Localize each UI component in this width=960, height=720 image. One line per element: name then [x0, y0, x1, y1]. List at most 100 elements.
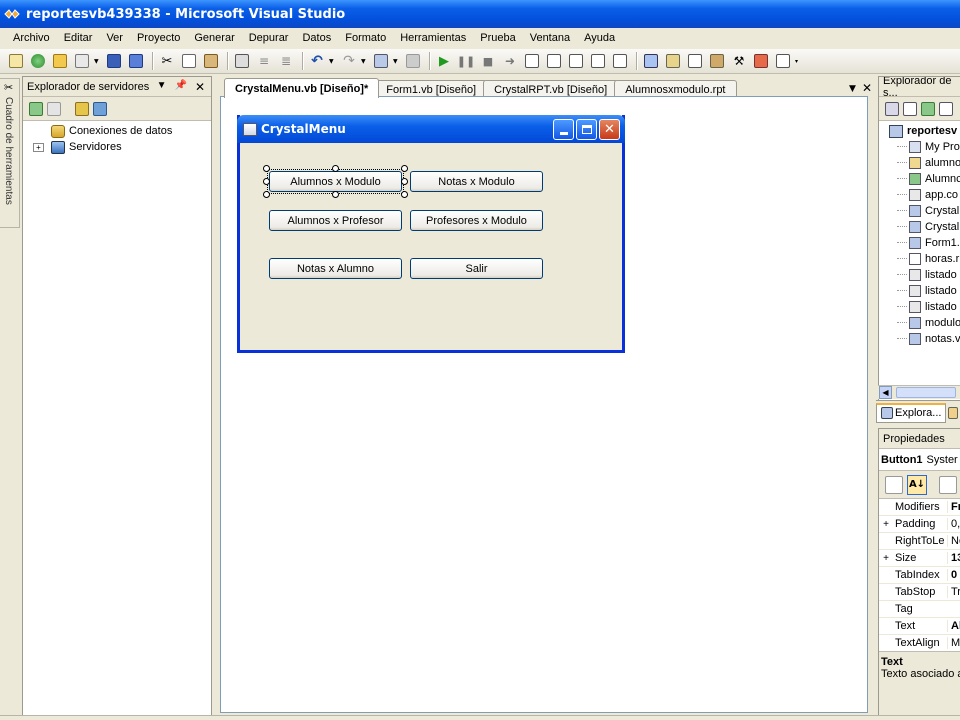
- categorized-icon[interactable]: [885, 475, 903, 494]
- open-file-icon[interactable]: [50, 51, 70, 71]
- menu-generar[interactable]: Generar: [187, 32, 241, 44]
- show-all-files-icon[interactable]: [903, 101, 917, 116]
- form-designer-surface[interactable]: CrystalMenu ✕ Alumnos x Modulo Notas x M…: [220, 96, 868, 713]
- view-code-icon[interactable]: [939, 101, 953, 116]
- step-into-icon[interactable]: [522, 51, 542, 71]
- new-project-icon[interactable]: [6, 51, 26, 71]
- toolbox-icon[interactable]: ⚒: [729, 51, 749, 71]
- property-row[interactable]: Modifiers Fri: [879, 499, 960, 516]
- resize-handle[interactable]: [401, 165, 408, 172]
- solution-item[interactable]: Crystal: [889, 219, 960, 235]
- solution-item[interactable]: listado: [889, 299, 960, 315]
- find-icon[interactable]: [232, 51, 252, 71]
- resize-handle[interactable]: [332, 165, 339, 172]
- button-salir[interactable]: Salir: [410, 258, 543, 279]
- tab-crystalmenu-design[interactable]: CrystalMenu.vb [Diseño]*: [224, 78, 380, 98]
- properties-window-icon[interactable]: [685, 51, 705, 71]
- connect-to-database-icon[interactable]: [75, 101, 89, 116]
- button-notas-x-modulo[interactable]: Notas x Modulo: [410, 171, 543, 192]
- refresh-icon[interactable]: [921, 101, 935, 116]
- cut-icon[interactable]: ✂: [157, 51, 177, 71]
- solution-item[interactable]: listado: [889, 267, 960, 283]
- toolbar-options-icon[interactable]: ▾: [795, 58, 801, 65]
- menu-ayuda[interactable]: Ayuda: [577, 32, 622, 44]
- show-next-statement-icon[interactable]: ➜: [500, 51, 520, 71]
- property-value[interactable]: No: [947, 535, 960, 547]
- property-row[interactable]: RightToLeNo: [879, 533, 960, 550]
- expand-icon[interactable]: +: [879, 519, 893, 530]
- horizontal-scrollbar[interactable]: ◀: [878, 385, 960, 399]
- property-value[interactable]: Al: [947, 620, 960, 632]
- copy-icon[interactable]: [179, 51, 199, 71]
- object-browser-icon[interactable]: [707, 51, 727, 71]
- solution-item[interactable]: Alumnc: [889, 171, 960, 187]
- connect-to-server-icon[interactable]: [93, 101, 107, 116]
- dropdown-arrow-icon[interactable]: ▼: [361, 58, 367, 65]
- alphabetical-icon[interactable]: A↓: [907, 474, 927, 495]
- resize-handle[interactable]: [401, 178, 408, 185]
- stop-debugging-icon[interactable]: ■: [478, 51, 498, 71]
- paste-icon[interactable]: [201, 51, 221, 71]
- solution-item[interactable]: alumno: [889, 155, 960, 171]
- save-icon[interactable]: [104, 51, 124, 71]
- hex-display-icon[interactable]: [588, 51, 608, 71]
- close-icon[interactable]: ✕: [195, 80, 205, 94]
- menu-ventana[interactable]: Ventana: [523, 32, 577, 44]
- resize-handle[interactable]: [401, 191, 408, 198]
- property-value[interactable]: Fri: [947, 501, 960, 513]
- resize-handle[interactable]: [332, 191, 339, 198]
- window-titlebar[interactable]: reportesvb439338 - Microsoft Visual Stud…: [0, 0, 960, 28]
- start-debugging-icon[interactable]: ▶: [434, 51, 454, 71]
- button-notas-x-alumno[interactable]: Notas x Alumno: [269, 258, 402, 279]
- stop-refresh-icon[interactable]: [47, 101, 61, 116]
- property-row[interactable]: +Size 13: [879, 550, 960, 567]
- maximize-button[interactable]: [576, 118, 597, 140]
- solution-item[interactable]: app.co: [889, 187, 960, 203]
- property-row[interactable]: TabIndex 0: [879, 567, 960, 584]
- resize-handle[interactable]: [263, 165, 270, 172]
- step-over-icon[interactable]: [544, 51, 564, 71]
- find-in-files-icon[interactable]: [641, 51, 661, 71]
- window-position-icon[interactable]: ▼: [157, 80, 167, 94]
- outdent-icon[interactable]: ≡: [254, 51, 274, 71]
- breakpoints-icon[interactable]: [610, 51, 630, 71]
- refresh-icon[interactable]: [29, 101, 43, 116]
- property-pages-icon[interactable]: [939, 475, 957, 494]
- property-value[interactable]: Mic: [947, 637, 960, 649]
- expand-icon[interactable]: +: [33, 142, 44, 152]
- toolbox-tab[interactable]: ✂ Cuadro de herramientas: [0, 78, 20, 228]
- solution-item[interactable]: Crystal: [889, 203, 960, 219]
- command-window-icon[interactable]: [773, 51, 793, 71]
- break-all-icon[interactable]: ❚❚: [456, 51, 476, 71]
- menu-proyecto[interactable]: Proyecto: [130, 32, 187, 44]
- menu-formato[interactable]: Formato: [338, 32, 393, 44]
- solution-item[interactable]: listado: [889, 283, 960, 299]
- property-row[interactable]: Tag: [879, 601, 960, 618]
- menu-ver[interactable]: Ver: [99, 32, 130, 44]
- property-value[interactable]: 0: [947, 569, 960, 581]
- button-alumnos-x-modulo[interactable]: Alumnos x Modulo: [269, 171, 402, 192]
- property-value[interactable]: Tru: [947, 586, 960, 598]
- solution-item[interactable]: My Pro: [889, 139, 960, 155]
- tree-item-data-connections[interactable]: Conexiones de datos: [33, 123, 211, 139]
- object-selector[interactable]: Button1 Syster: [879, 449, 960, 471]
- solution-explorer-icon[interactable]: [663, 51, 683, 71]
- menu-herramientas[interactable]: Herramientas: [393, 32, 473, 44]
- form-titlebar[interactable]: CrystalMenu ✕: [237, 115, 625, 143]
- minimize-button[interactable]: [553, 118, 574, 140]
- dropdown-arrow-icon[interactable]: ▼: [94, 58, 100, 65]
- menu-depurar[interactable]: Depurar: [242, 32, 296, 44]
- save-all-icon[interactable]: [126, 51, 146, 71]
- property-value[interactable]: 13: [947, 552, 960, 564]
- dropdown-arrow-icon[interactable]: ▼: [393, 58, 399, 65]
- resize-handle[interactable]: [263, 191, 270, 198]
- menu-editar[interactable]: Editar: [57, 32, 100, 44]
- form-crystalmenu[interactable]: CrystalMenu ✕ Alumnos x Modulo Notas x M…: [237, 115, 625, 353]
- dropdown-arrow-icon[interactable]: ▼: [329, 58, 335, 65]
- resize-handle[interactable]: [263, 178, 270, 185]
- class-view-tab-icon[interactable]: [948, 406, 959, 419]
- properties-icon[interactable]: [885, 101, 899, 116]
- scroll-left-icon[interactable]: ◀: [879, 386, 892, 399]
- property-row[interactable]: TabStop Tru: [879, 584, 960, 601]
- undo-icon[interactable]: ↶: [307, 51, 327, 71]
